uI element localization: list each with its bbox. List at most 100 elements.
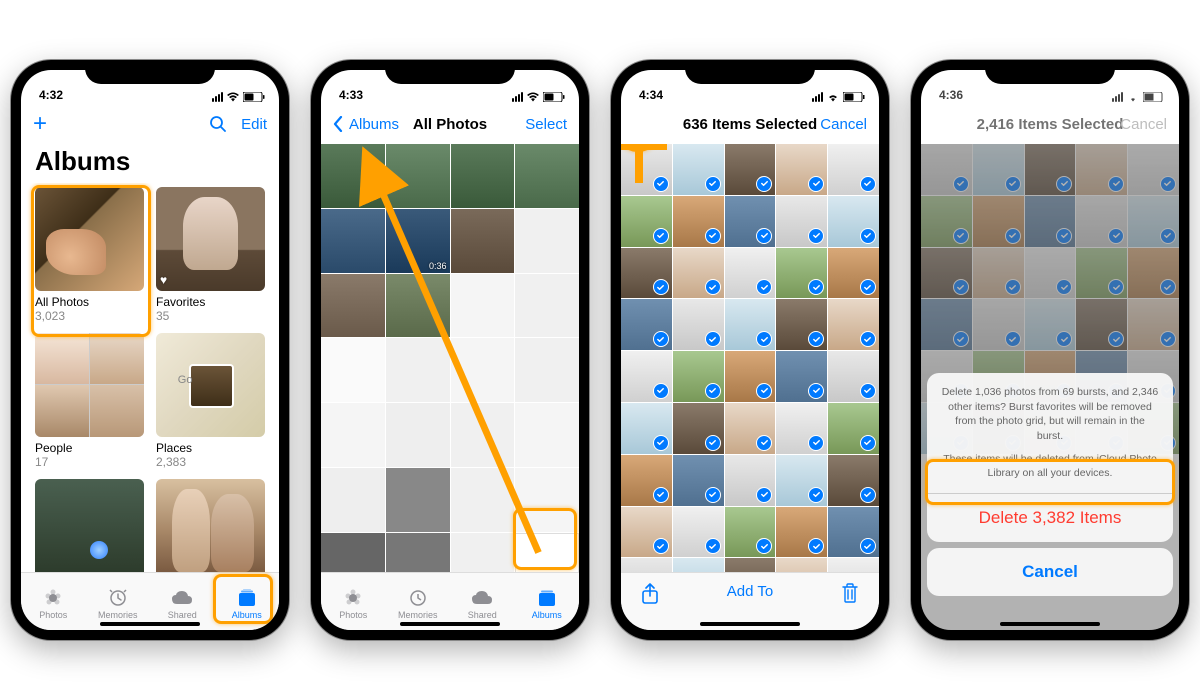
album-extra-2[interactable] (156, 479, 265, 572)
photo-thumb[interactable] (621, 507, 672, 558)
notch (385, 60, 515, 84)
photo-thumb[interactable] (776, 558, 827, 572)
photo-thumb[interactable] (828, 558, 879, 572)
selected-check-icon (756, 487, 772, 503)
home-indicator[interactable] (700, 622, 800, 626)
photo-thumb[interactable] (776, 248, 827, 299)
album-label: People (35, 441, 144, 455)
tab-albums[interactable]: Albums (515, 573, 580, 630)
share-button[interactable] (641, 583, 659, 609)
album-count: 3,023 (35, 309, 144, 323)
tab-albums[interactable]: Albums (215, 573, 280, 630)
selected-check-icon (808, 383, 824, 399)
album-favorites[interactable]: ♥ Favorites 35 (156, 187, 265, 323)
photo-thumb[interactable] (828, 144, 879, 195)
photo-thumb[interactable] (776, 196, 827, 247)
add-button[interactable]: + (33, 110, 47, 138)
photo-thumb[interactable] (725, 507, 776, 558)
photo-grid[interactable]: 0:36 (321, 144, 579, 572)
selected-check-icon (756, 331, 772, 347)
selected-check-icon (653, 176, 669, 192)
photo-thumb[interactable] (776, 403, 827, 454)
photo-thumb[interactable] (725, 351, 776, 402)
photo-thumb[interactable] (673, 299, 724, 350)
status-time: 4:36 (939, 88, 963, 102)
selected-check-icon (808, 331, 824, 347)
photo-thumb[interactable] (621, 351, 672, 402)
cancel-button[interactable]: Cancel (820, 116, 867, 133)
photo-thumb[interactable] (828, 351, 879, 402)
photo-thumb[interactable] (673, 144, 724, 195)
cancel-button[interactable]: Cancel (1120, 116, 1167, 133)
photo-thumb[interactable] (673, 196, 724, 247)
selected-check-icon (808, 538, 824, 554)
photo-thumb[interactable] (776, 299, 827, 350)
photo-thumb[interactable] (673, 455, 724, 506)
photo-thumb[interactable] (828, 196, 879, 247)
tab-photos[interactable]: Photos (21, 573, 86, 630)
photo-thumb[interactable] (673, 403, 724, 454)
photo-thumb[interactable] (776, 455, 827, 506)
photo-thumb[interactable] (621, 196, 672, 247)
album-extra-1[interactable] (35, 479, 144, 572)
sheet-cancel-button[interactable]: Cancel (927, 548, 1173, 596)
battery-icon (1143, 92, 1165, 102)
photo-thumb[interactable] (621, 248, 672, 299)
album-places[interactable]: Go Places 2,383 (156, 333, 265, 469)
nav-bar: Albums All Photos Select (321, 104, 579, 144)
select-button[interactable]: Select (525, 116, 567, 133)
home-indicator[interactable] (1000, 622, 1100, 626)
photo-thumb[interactable] (621, 403, 672, 454)
album-all-photos[interactable]: All Photos 3,023 (35, 187, 144, 323)
trash-button[interactable] (841, 583, 859, 607)
tab-photos[interactable]: Photos (321, 573, 386, 630)
photo-thumb[interactable] (725, 196, 776, 247)
cloud-icon (471, 588, 493, 608)
photo-thumb[interactable] (621, 455, 672, 506)
selected-check-icon (860, 228, 876, 244)
albums-icon (536, 588, 558, 608)
action-sheet: Delete 1,036 photos from 69 bursts, and … (921, 367, 1179, 630)
photo-thumb[interactable] (828, 299, 879, 350)
photo-thumb[interactable] (828, 507, 879, 558)
photo-thumb[interactable] (673, 558, 724, 572)
photo-thumb[interactable] (673, 507, 724, 558)
photo-thumb[interactable] (776, 507, 827, 558)
search-icon[interactable] (209, 115, 227, 133)
photo-thumb[interactable] (776, 351, 827, 402)
selected-check-icon (756, 435, 772, 451)
photo-thumb[interactable] (828, 248, 879, 299)
photo-thumb[interactable] (725, 558, 776, 572)
back-button[interactable]: Albums (333, 116, 399, 133)
home-indicator[interactable] (100, 622, 200, 626)
photo-thumb[interactable] (828, 403, 879, 454)
album-people[interactable]: People 17 (35, 333, 144, 469)
photo-thumb[interactable] (725, 403, 776, 454)
tab-label: Memories (398, 610, 438, 620)
photo-thumb[interactable] (673, 351, 724, 402)
photo-thumb[interactable] (725, 248, 776, 299)
add-to-button[interactable]: Add To (727, 583, 773, 600)
memories-icon (407, 588, 429, 608)
cellular-icon (212, 92, 223, 102)
albums-icon (236, 588, 258, 608)
photo-thumb[interactable] (725, 144, 776, 195)
photo-thumb[interactable] (725, 455, 776, 506)
photo-grid-selected[interactable] (621, 144, 879, 572)
photo-thumb[interactable] (621, 144, 672, 195)
wifi-icon (826, 92, 840, 102)
photo-thumb[interactable] (673, 248, 724, 299)
home-indicator[interactable] (400, 622, 500, 626)
delete-items-button[interactable]: Delete 3,382 Items (927, 494, 1173, 542)
photo-thumb[interactable] (776, 144, 827, 195)
phone-albums: 4:32 + Edit Albums (11, 60, 289, 640)
photo-thumb[interactable] (828, 455, 879, 506)
edit-button[interactable]: Edit (241, 116, 267, 133)
photo-thumb[interactable] (725, 299, 776, 350)
photo-thumb[interactable] (621, 558, 672, 572)
selected-check-icon (860, 487, 876, 503)
selected-check-icon (860, 435, 876, 451)
selected-check-icon (705, 435, 721, 451)
video-duration: 0:36 (429, 261, 447, 271)
photo-thumb[interactable] (621, 299, 672, 350)
